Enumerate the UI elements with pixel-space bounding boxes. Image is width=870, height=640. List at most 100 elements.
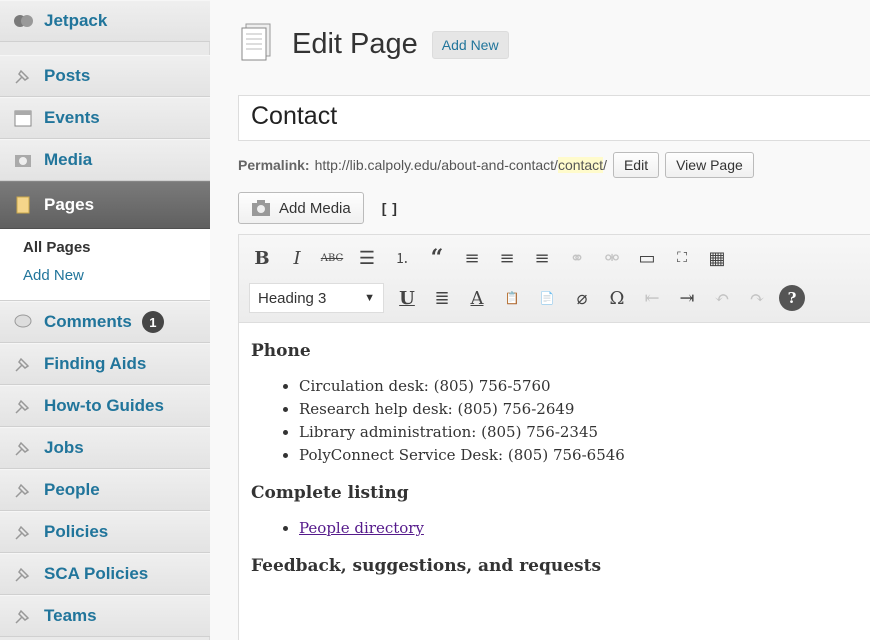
permalink-row: Permalink: http://lib.calpoly.edu/about-… [238, 152, 754, 178]
indent-icon[interactable]: ⇥ [674, 285, 700, 311]
toolbar-row-1: B I ABC ☰ ⒈ “ ≡ ≡ ≡ ⚭ ⚮ ▭ ⛶ ▦ [249, 243, 739, 273]
submenu-add-new[interactable]: Add New [23, 267, 84, 284]
menu-item-people[interactable]: People [0, 469, 210, 511]
page-header: Edit Page Add New [240, 22, 509, 67]
pushpin-icon [12, 479, 34, 501]
media-buttons: Add Media [ ] [238, 192, 398, 224]
pushpin-icon [12, 437, 34, 459]
main-content: Edit Page Add New Contact Permalink: htt… [210, 0, 870, 640]
page-title: Edit Page [292, 28, 418, 60]
fullscreen-icon[interactable]: ⛶ [669, 245, 695, 271]
admin-sidebar: Jetpack Posts Events Media Pages All Pag… [0, 0, 224, 640]
permalink-base: http://lib.calpoly.edu/about-and-contact… [314, 157, 558, 173]
menu-item-policies[interactable]: Policies [0, 511, 210, 553]
heading-complete-listing: Complete listing [251, 483, 409, 503]
menu-label: Jetpack [44, 11, 108, 30]
special-character-icon[interactable]: Ω [604, 285, 630, 311]
menu-label: People [44, 480, 100, 499]
camera-icon [12, 149, 34, 171]
blockquote-icon[interactable]: “ [424, 245, 450, 271]
submenu-all-pages[interactable]: All Pages [23, 239, 91, 256]
camera-icon [251, 199, 271, 217]
menu-item-pages[interactable]: Pages [0, 181, 224, 230]
menu-label: Events [44, 108, 100, 127]
title-field[interactable]: Contact [238, 95, 870, 141]
paste-text-icon[interactable]: 📋 [499, 285, 525, 311]
list-item: Research help desk: (805) 756-2649 [299, 398, 866, 421]
jetpack-icon [12, 10, 34, 32]
menu-label: How-to Guides [44, 396, 164, 415]
menu-label: Media [44, 150, 93, 169]
menu-item-comments[interactable]: Comments 1 [0, 301, 210, 343]
menu-item-finding-aids[interactable]: Finding Aids [0, 343, 210, 385]
listing-list: People directory [299, 517, 866, 540]
content-editor: B I ABC ☰ ⒈ “ ≡ ≡ ≡ ⚭ ⚮ ▭ ⛶ ▦ Heading 3 ▼ [238, 234, 870, 640]
pushpin-icon [12, 65, 34, 87]
menu-label: Teams [44, 606, 97, 625]
strikethrough-icon[interactable]: ABC [319, 245, 345, 271]
calendar-icon [12, 107, 34, 129]
view-page-button[interactable]: View Page [665, 152, 754, 178]
heading-phone: Phone [251, 341, 311, 361]
format-select[interactable]: Heading 3 ▼ [249, 283, 384, 313]
insert-more-icon[interactable]: ▭ [634, 245, 660, 271]
add-media-button[interactable]: Add Media [238, 192, 364, 224]
editor-body[interactable]: Phone Circulation desk: (805) 756-5760 R… [239, 323, 870, 608]
underline-icon[interactable]: U [394, 285, 420, 311]
pushpin-icon [12, 605, 34, 627]
justify-icon[interactable]: ≣ [429, 285, 455, 311]
pushpin-icon [12, 395, 34, 417]
align-right-icon[interactable]: ≡ [529, 245, 555, 271]
menu-item-jobs[interactable]: Jobs [0, 427, 210, 469]
paste-word-icon[interactable]: 📄 [534, 285, 560, 311]
heading-feedback: Feedback, suggestions, and requests [251, 556, 602, 576]
add-new-button[interactable]: Add New [431, 30, 509, 59]
list-item: Library administration: (805) 756-2345 [299, 421, 866, 444]
menu-label: Jobs [44, 438, 84, 457]
menu-item-media[interactable]: Media [0, 139, 210, 181]
clear-formatting-icon[interactable]: ⌀ [569, 285, 595, 311]
list-item: Circulation desk: (805) 756-5760 [299, 375, 866, 398]
speech-bubble-icon [12, 311, 34, 333]
help-icon[interactable]: ? [779, 285, 805, 311]
menu-label: SCA Policies [44, 564, 149, 583]
pushpin-icon [12, 563, 34, 585]
edit-permalink-button[interactable]: Edit [612, 152, 660, 178]
menu-label: Posts [44, 66, 91, 85]
menu-label: Pages [44, 195, 95, 214]
menu-label: Policies [44, 522, 109, 541]
redo-icon[interactable]: ↷ [744, 285, 770, 311]
editor-toolbar: B I ABC ☰ ⒈ “ ≡ ≡ ≡ ⚭ ⚮ ▭ ⛶ ▦ Heading 3 ▼ [239, 235, 870, 323]
bullet-list-icon[interactable]: ☰ [354, 245, 380, 271]
align-center-icon[interactable]: ≡ [494, 245, 520, 271]
list-item: PolyConnect Service Desk: (805) 756-6546 [299, 444, 866, 467]
pages-icon [12, 194, 34, 216]
unlink-icon[interactable]: ⚮ [599, 245, 625, 271]
bold-icon[interactable]: B [249, 245, 275, 271]
people-directory-link[interactable]: People directory [299, 519, 424, 537]
menu-item-teams[interactable]: Teams [0, 595, 210, 637]
menu-item-howto-guides[interactable]: How-to Guides [0, 385, 210, 427]
phone-list: Circulation desk: (805) 756-5760 Researc… [299, 375, 866, 467]
format-select-value: Heading 3 [258, 289, 327, 307]
menu-item-sca-policies[interactable]: SCA Policies [0, 553, 210, 595]
page-edit-icon [240, 22, 276, 67]
text-color-icon[interactable]: A [464, 285, 490, 311]
link-icon[interactable]: ⚭ [564, 245, 590, 271]
outdent-icon[interactable]: ⇤ [639, 285, 665, 311]
toolbar-toggle-icon[interactable]: ▦ [704, 245, 730, 271]
menu-item-posts[interactable]: Posts [0, 55, 210, 97]
permalink-slug[interactable]: contact [557, 157, 604, 173]
comment-count-badge: 1 [141, 311, 164, 333]
align-left-icon[interactable]: ≡ [459, 245, 485, 271]
menu-item-events[interactable]: Events [0, 97, 210, 139]
italic-icon[interactable]: I [284, 245, 310, 271]
list-item: People directory [299, 517, 866, 540]
pushpin-icon [12, 521, 34, 543]
numbered-list-icon[interactable]: ⒈ [389, 245, 415, 271]
menu-item-jetpack[interactable]: Jetpack [0, 0, 210, 42]
undo-icon[interactable]: ↶ [709, 285, 735, 311]
menu-label: Comments [44, 312, 132, 331]
add-media-label: Add Media [279, 199, 351, 217]
distraction-free-toggle-icon[interactable]: [ ] [382, 200, 398, 216]
